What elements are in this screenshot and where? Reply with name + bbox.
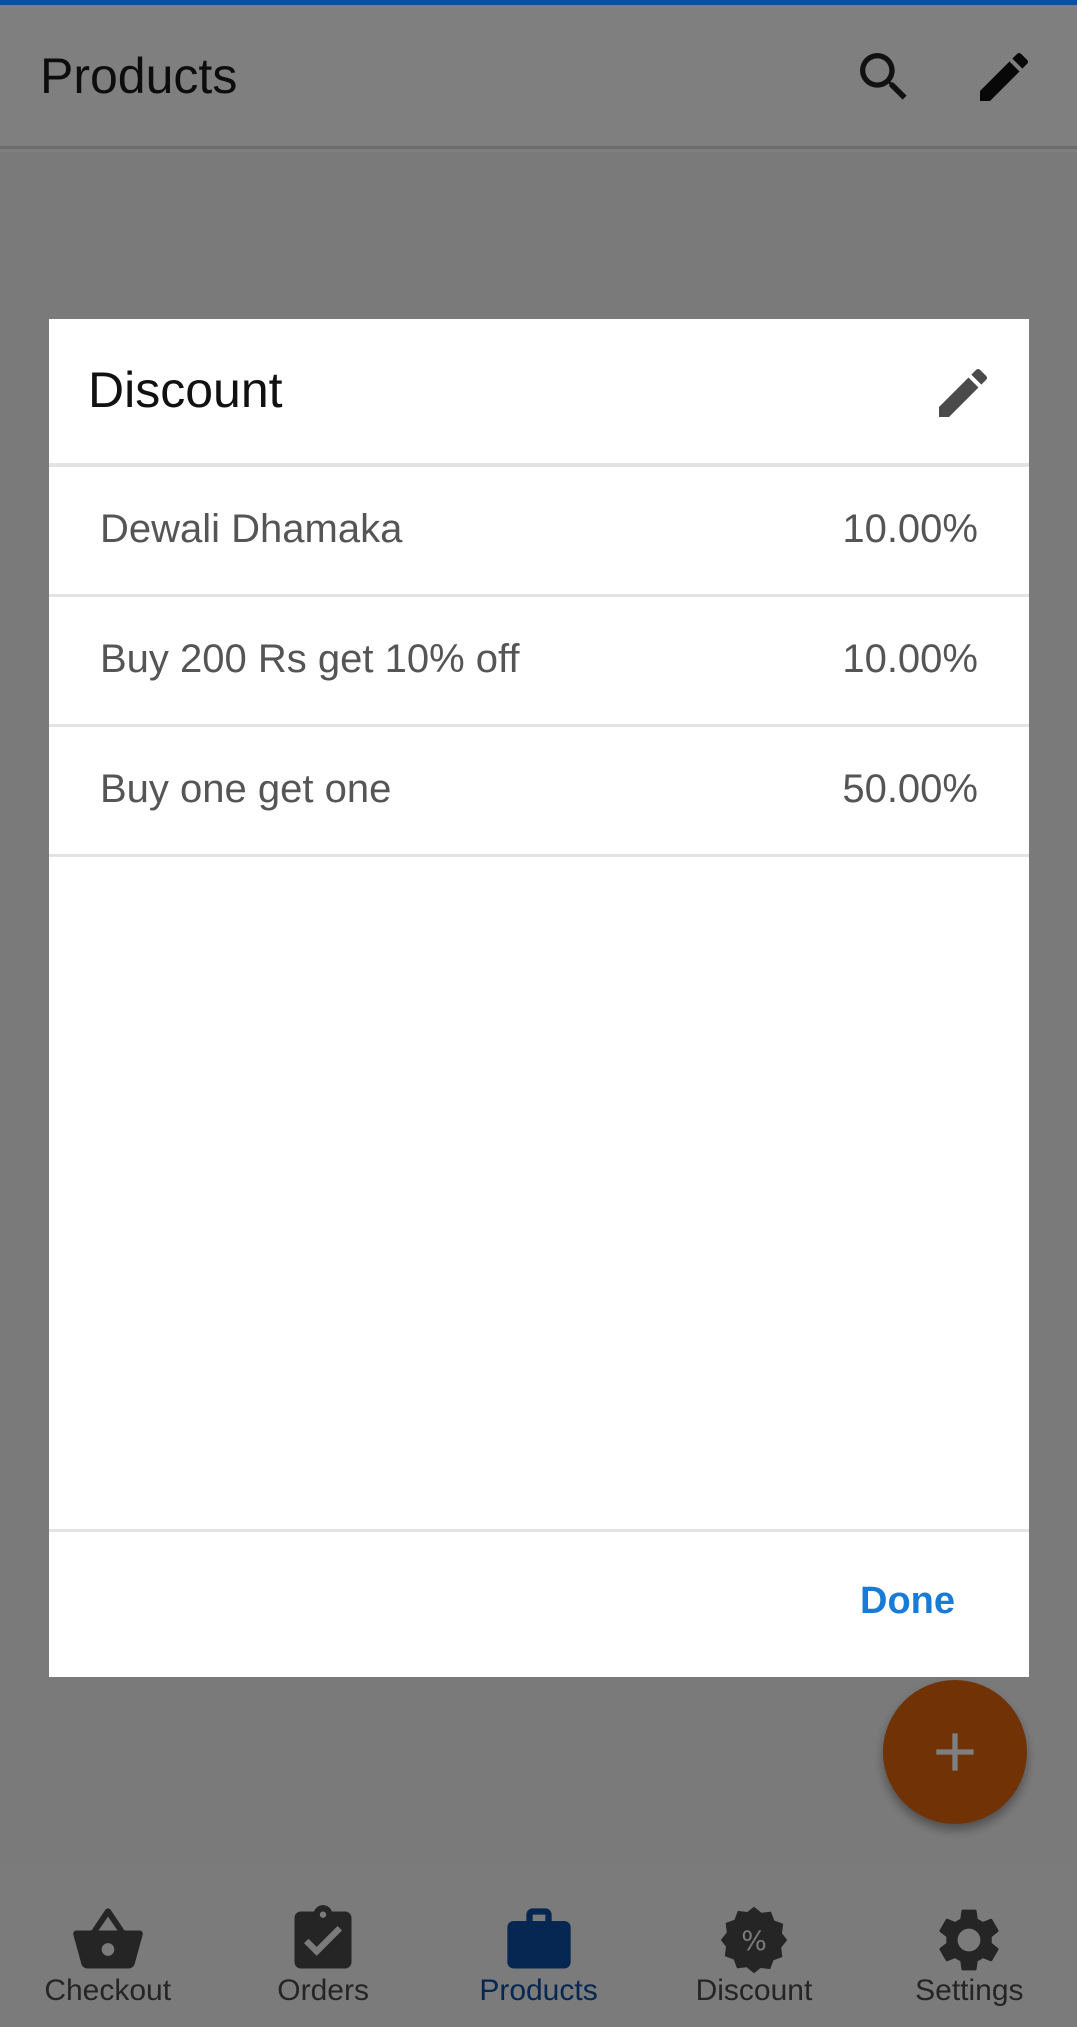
dialog-title: Discount	[88, 362, 283, 418]
discount-value: 10.00%	[842, 507, 978, 551]
products-screen: Products Checkout Orders Produc	[0, 0, 1077, 2027]
discount-name: Buy 200 Rs get 10% off	[100, 637, 520, 681]
discount-row[interactable]: Buy 200 Rs get 10% off 10.00%	[49, 597, 1029, 727]
discount-row[interactable]: Buy one get one 50.00%	[49, 727, 1029, 857]
pencil-icon[interactable]	[931, 361, 995, 425]
done-button[interactable]: Done	[860, 1580, 955, 1623]
discount-name: Dewali Dhamaka	[100, 507, 403, 551]
discount-value: 10.00%	[842, 637, 978, 681]
discount-value: 50.00%	[842, 767, 978, 811]
discount-list: Dewali Dhamaka 10.00% Buy 200 Rs get 10%…	[49, 467, 1029, 857]
status-accent-bar	[0, 0, 1077, 5]
discount-dialog: Discount Dewali Dhamaka 10.00% Buy 200 R…	[49, 319, 1029, 1677]
dialog-footer: Done	[49, 1529, 1029, 1677]
discount-row[interactable]: Dewali Dhamaka 10.00%	[49, 467, 1029, 597]
dialog-header: Discount	[49, 319, 1029, 467]
discount-name: Buy one get one	[100, 767, 392, 811]
